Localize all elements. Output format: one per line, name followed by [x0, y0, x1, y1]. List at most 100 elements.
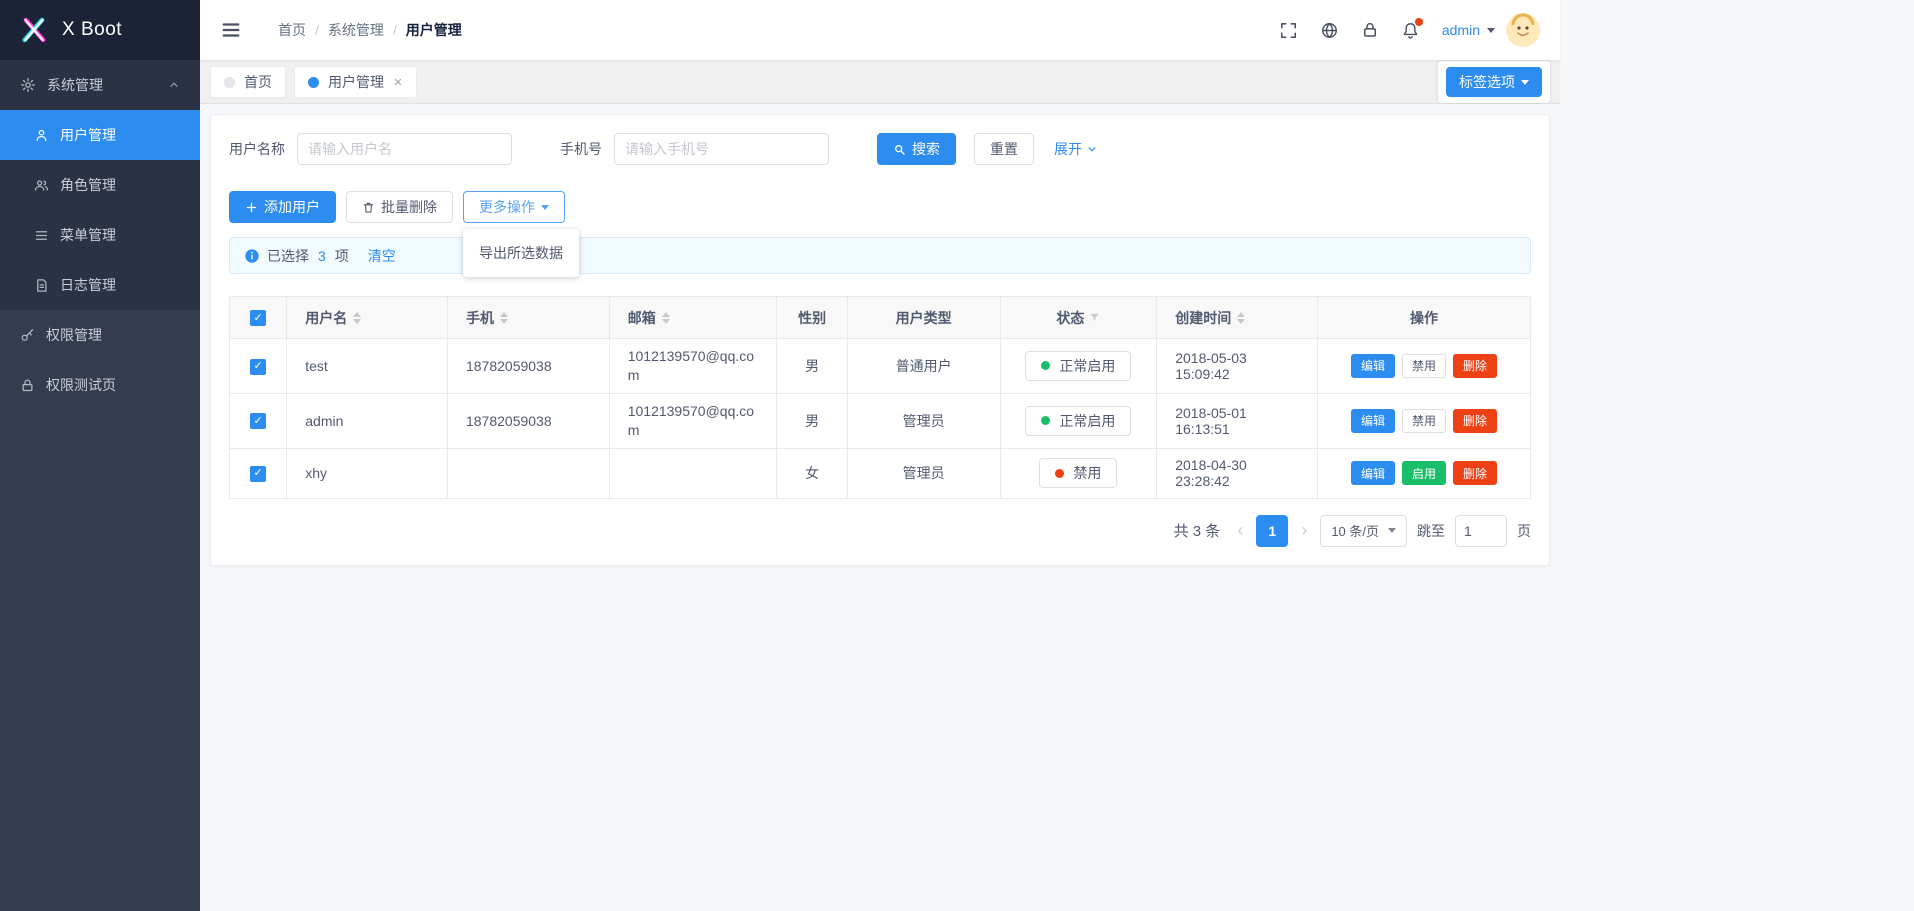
sidebar-item-permission-management[interactable]: 权限管理 — [0, 310, 200, 360]
lock-screen-button[interactable] — [1361, 21, 1379, 39]
plus-icon — [245, 201, 258, 214]
add-user-button[interactable]: 添加用户 — [229, 191, 336, 223]
chevron-down-icon — [1388, 528, 1396, 533]
globe-icon — [1320, 21, 1339, 40]
sidebar-item-role-management[interactable]: 角色管理 — [0, 160, 200, 210]
language-button[interactable] — [1320, 21, 1339, 40]
sort-icon[interactable] — [1237, 312, 1245, 324]
disable-button[interactable]: 禁用 — [1402, 354, 1446, 378]
total-count: 共 3 条 — [1174, 520, 1221, 541]
cell-created: 2018-05-01 16:13:51 — [1157, 393, 1318, 448]
cell-gender: 女 — [777, 448, 847, 498]
info-icon — [244, 248, 260, 264]
selection-alert: 已选择 3 项 清空 — [229, 237, 1531, 274]
chevron-down-icon — [1487, 28, 1495, 33]
breadcrumb-system[interactable]: 系统管理 — [328, 20, 384, 40]
more-actions-button[interactable]: 更多操作 — [463, 191, 565, 223]
more-actions-menu: 导出所选数据 — [463, 229, 579, 277]
tag-options-button[interactable]: 标签选项 — [1446, 67, 1542, 97]
search-button[interactable]: 搜索 — [877, 133, 956, 165]
cell-email: 1012139570@qq.com — [609, 339, 777, 394]
fullscreen-icon — [1279, 21, 1298, 40]
cell-gender: 男 — [777, 393, 847, 448]
app-title: X Boot — [62, 19, 122, 41]
sidebar-item-log-management[interactable]: 日志管理 — [0, 260, 200, 310]
jump-page-input[interactable] — [1455, 515, 1507, 547]
pagination: 共 3 条 ‹ 1 › 10 条/页 跳至 页 — [229, 515, 1531, 547]
next-page-button[interactable]: › — [1298, 520, 1310, 541]
delete-button[interactable]: 删除 — [1453, 461, 1497, 485]
notifications-button[interactable] — [1401, 21, 1420, 40]
x-logo-icon — [18, 14, 50, 46]
batch-delete-button[interactable]: 批量删除 — [346, 191, 453, 223]
chevron-up-icon — [168, 79, 180, 91]
reset-button[interactable]: 重置 — [974, 133, 1034, 165]
hamburger-icon — [220, 19, 242, 41]
tab-home[interactable]: 首页 — [210, 66, 286, 98]
cell-gender: 男 — [777, 339, 847, 394]
phone-input[interactable] — [614, 133, 829, 165]
sidebar-item-permission-test[interactable]: 权限测试页 — [0, 360, 200, 410]
sidebar-item-menu-management[interactable]: 菜单管理 — [0, 210, 200, 260]
prev-page-button[interactable]: ‹ — [1234, 520, 1246, 541]
table-header-row: 用户名 手机 邮箱 性别 用户类型 状态 创建时间 操作 — [230, 297, 1531, 339]
status-badge: 正常启用 — [1025, 406, 1131, 436]
cell-phone: 18782059038 — [447, 339, 609, 394]
row-checkbox[interactable] — [250, 359, 266, 375]
sort-icon[interactable] — [353, 312, 361, 324]
cell-created: 2018-05-03 15:09:42 — [1157, 339, 1318, 394]
page-number[interactable]: 1 — [1256, 515, 1288, 547]
user-menu[interactable]: admin — [1442, 13, 1540, 47]
users-table: 用户名 手机 邮箱 性别 用户类型 状态 创建时间 操作 — [229, 296, 1531, 499]
cell-username: test — [287, 339, 448, 394]
select-all-checkbox[interactable] — [250, 310, 266, 326]
cell-created: 2018-04-30 23:28:42 — [1157, 448, 1318, 498]
cell-user-type: 管理员 — [847, 448, 1000, 498]
breadcrumb-current: 用户管理 — [406, 20, 462, 40]
filter-icon[interactable] — [1089, 312, 1100, 323]
trash-icon — [362, 201, 375, 214]
page-size-select[interactable]: 10 条/页 — [1320, 515, 1407, 547]
avatar[interactable] — [1506, 13, 1540, 47]
edit-button[interactable]: 编辑 — [1351, 409, 1395, 433]
status-badge: 禁用 — [1039, 458, 1117, 488]
main-area: 首页 / 系统管理 / 用户管理 — [200, 0, 1560, 911]
users-icon — [34, 178, 49, 193]
delete-button[interactable]: 删除 — [1453, 354, 1497, 378]
jump-label: 跳至 — [1417, 521, 1445, 541]
toolbar-row: 添加用户 批量删除 更多操作 导出所选数据 — [229, 191, 1531, 223]
chevron-down-icon — [541, 205, 549, 210]
user-management-card: 用户名称 手机号 搜索 重置 展开 — [210, 114, 1550, 566]
sort-icon[interactable] — [500, 312, 508, 324]
breadcrumb-home[interactable]: 首页 — [278, 20, 306, 40]
phone-label: 手机号 — [560, 139, 602, 159]
delete-button[interactable]: 删除 — [1453, 409, 1497, 433]
selected-count: 3 — [318, 248, 326, 264]
sidebar-menu: 系统管理 用户管理 角色管理 菜单管理 — [0, 60, 200, 410]
breadcrumb: 首页 / 系统管理 / 用户管理 — [278, 20, 462, 40]
cell-phone — [447, 448, 609, 498]
status-badge: 正常启用 — [1025, 351, 1131, 381]
sidebar-item-system-management[interactable]: 系统管理 — [0, 60, 200, 110]
tab-user-management[interactable]: 用户管理 — [294, 66, 417, 98]
fullscreen-button[interactable] — [1279, 21, 1298, 40]
close-icon[interactable] — [393, 77, 403, 87]
username-input[interactable] — [297, 133, 512, 165]
clear-selection-link[interactable]: 清空 — [368, 246, 396, 266]
edit-button[interactable]: 编辑 — [1351, 354, 1395, 378]
page-unit: 页 — [1517, 521, 1531, 541]
chevron-down-icon — [1521, 80, 1529, 85]
menu-toggle-button[interactable] — [220, 19, 242, 41]
sidebar-item-user-management[interactable]: 用户管理 — [0, 110, 200, 160]
expand-link[interactable]: 展开 — [1054, 139, 1098, 159]
edit-button[interactable]: 编辑 — [1351, 461, 1395, 485]
row-checkbox[interactable] — [250, 466, 266, 482]
cell-user-type: 普通用户 — [847, 339, 1000, 394]
tab-dot-icon — [308, 77, 319, 88]
export-selected-item[interactable]: 导出所选数据 — [463, 235, 579, 271]
enable-button[interactable]: 启用 — [1402, 461, 1446, 485]
row-checkbox[interactable] — [250, 413, 266, 429]
disable-button[interactable]: 禁用 — [1402, 409, 1446, 433]
cell-email: 1012139570@qq.com — [609, 393, 777, 448]
sort-icon[interactable] — [662, 312, 670, 324]
